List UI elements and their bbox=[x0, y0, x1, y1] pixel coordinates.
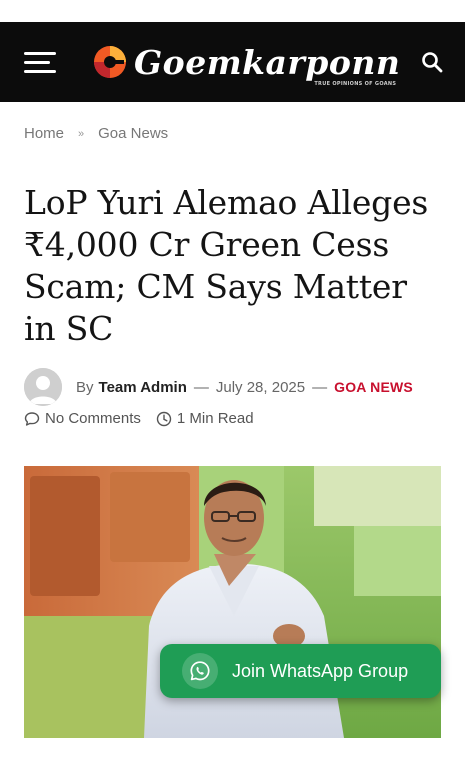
breadcrumb-home-link[interactable]: Home bbox=[24, 125, 64, 142]
logo-tagline: TRUE OPINIONS OF GOANS bbox=[314, 80, 397, 87]
comments-count: No Comments bbox=[45, 410, 141, 427]
status-strip bbox=[0, 0, 465, 22]
search-icon[interactable] bbox=[421, 51, 443, 73]
byline-dash: — bbox=[193, 378, 209, 396]
read-time-label: 1 Min Read bbox=[176, 410, 254, 427]
clock-icon bbox=[156, 411, 172, 426]
join-whatsapp-button[interactable]: Join WhatsApp Group bbox=[160, 644, 441, 698]
logo-mark-icon bbox=[94, 46, 126, 78]
article-title: LoP Yuri Alemao Alleges ₹4,000 Cr Green … bbox=[24, 183, 429, 348]
whatsapp-label: Join WhatsApp Group bbox=[232, 660, 409, 681]
article-meta: No Comments 1 Min Read bbox=[24, 410, 269, 427]
byline-label: By bbox=[76, 378, 94, 396]
byline-dash: — bbox=[312, 378, 328, 396]
read-time: 1 Min Read bbox=[156, 410, 254, 427]
logo-text: Goemkarponn TRUE OPINIONS OF GOANS bbox=[134, 42, 401, 87]
publish-date: July 28, 2025 bbox=[215, 378, 306, 396]
hamburger-menu-icon[interactable] bbox=[24, 52, 56, 74]
breadcrumb: Home » Goa News bbox=[24, 125, 168, 142]
site-header: Goemkarponn TRUE OPINIONS OF GOANS bbox=[0, 22, 465, 102]
site-logo[interactable]: Goemkarponn TRUE OPINIONS OF GOANS bbox=[92, 36, 400, 88]
whatsapp-icon bbox=[182, 653, 218, 689]
avatar-placeholder-icon bbox=[24, 368, 62, 406]
author-avatar[interactable] bbox=[24, 368, 62, 406]
comment-icon bbox=[24, 411, 40, 426]
breadcrumb-current-link[interactable]: Goa News bbox=[98, 125, 168, 142]
article-byline: By Team Admin — July 28, 2025 — GOA NEWS bbox=[24, 368, 413, 406]
category-link[interactable]: GOA NEWS bbox=[334, 379, 413, 395]
author-link[interactable]: Team Admin bbox=[99, 379, 187, 396]
breadcrumb-separator: » bbox=[78, 127, 85, 140]
comments-link[interactable]: No Comments bbox=[24, 410, 141, 427]
